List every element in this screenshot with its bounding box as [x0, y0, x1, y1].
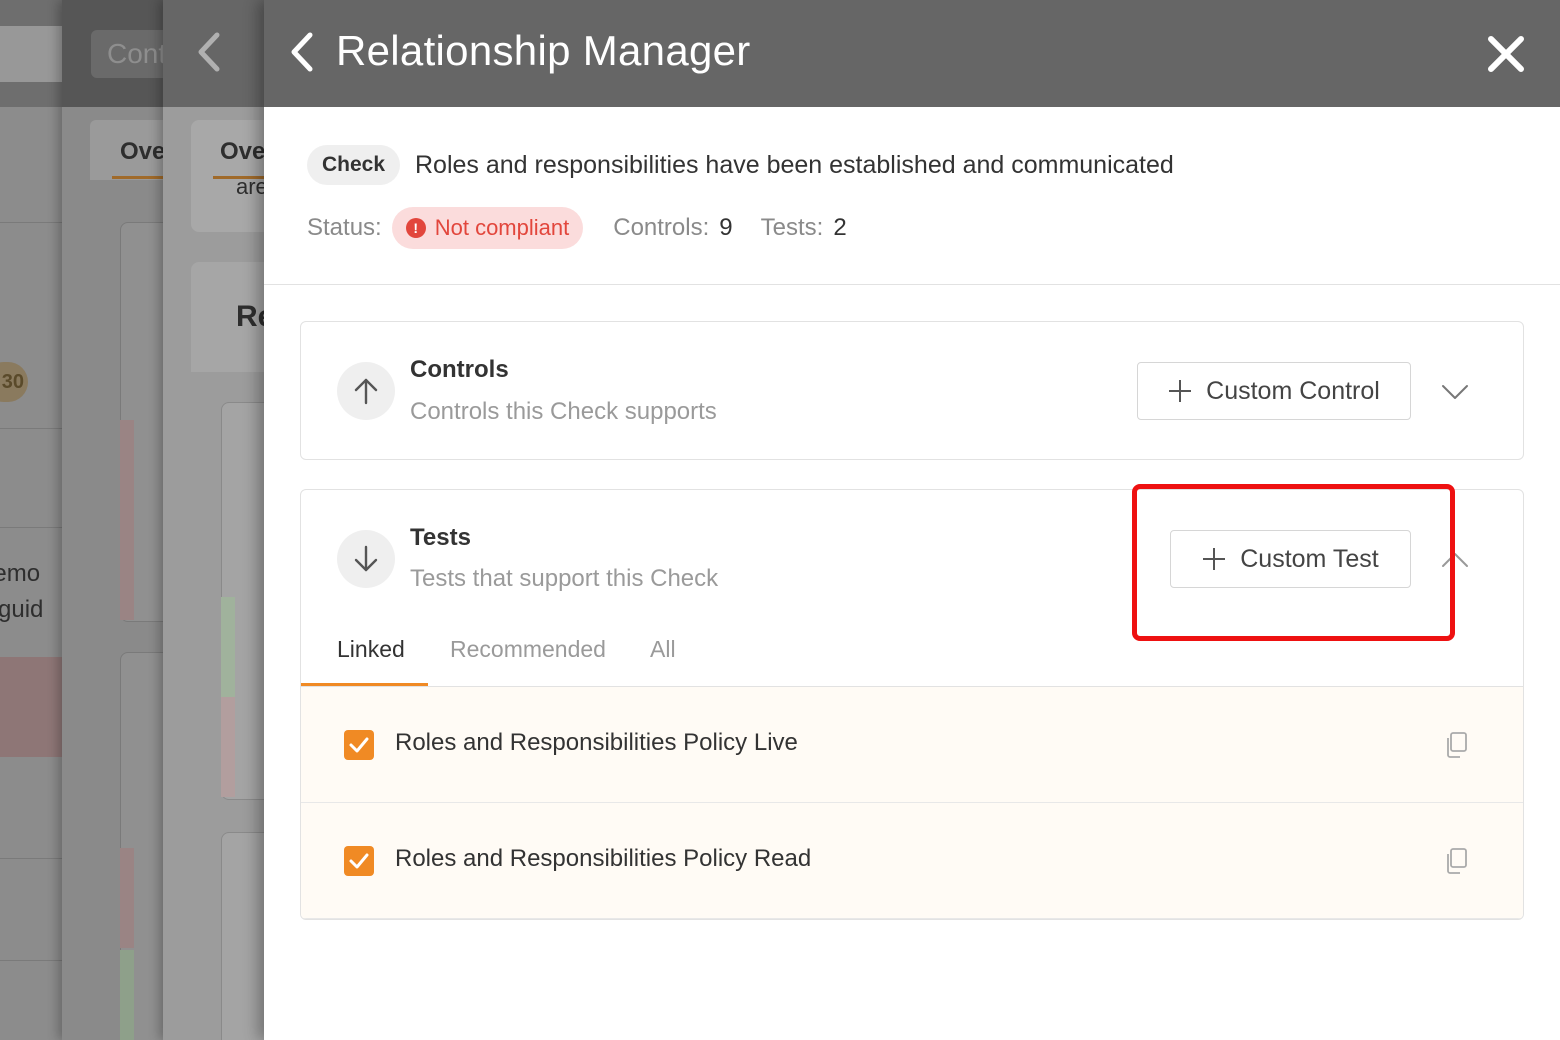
chevron-up-icon[interactable]	[1441, 551, 1469, 569]
background-status-stripe	[120, 848, 134, 948]
chevron-down-icon[interactable]	[1441, 383, 1469, 401]
test-label: Roles and Responsibilities Policy Read	[395, 845, 812, 872]
chevron-left-icon	[291, 32, 313, 72]
check-meta: Status: ! Not compliant Controls: 9 Test…	[307, 207, 875, 249]
tests-count: 2	[833, 214, 847, 241]
background-row-highlight	[0, 657, 62, 757]
tab-linked[interactable]: Linked	[337, 636, 405, 688]
panel-title: Relationship Manager	[336, 27, 751, 74]
status-value: Not compliant	[434, 215, 570, 240]
background-drawer-1: Cont Ove	[62, 0, 163, 1040]
controls-subtitle: Controls this Check supports	[410, 398, 717, 425]
tests-title: Tests	[410, 524, 471, 551]
alert-icon: !	[405, 218, 426, 238]
background-drawer-1-search: Cont	[91, 30, 163, 78]
background-status-stripe	[120, 420, 134, 620]
copy-icon[interactable]	[1443, 731, 1469, 759]
background-text: or guid	[0, 596, 44, 623]
copy-icon[interactable]	[1443, 847, 1469, 875]
close-icon	[1488, 36, 1524, 72]
add-custom-control-button[interactable]: Custom Control	[1137, 362, 1411, 420]
background-drawer-2-tab: Ove	[220, 138, 264, 165]
background-drawer-2: Ove are Re	[163, 0, 264, 1040]
background-badge: 30	[0, 362, 28, 402]
chevron-left-icon	[198, 32, 220, 72]
background-drawer-1-tab: Ove	[120, 138, 163, 165]
background-text: n demo	[0, 560, 41, 587]
tab-all[interactable]: All	[650, 636, 676, 688]
background-drawer-1-header: Cont	[62, 0, 163, 107]
add-custom-test-button[interactable]: Custom Test	[1170, 530, 1411, 588]
back-button[interactable]	[284, 26, 320, 78]
status-label: Status:	[307, 214, 382, 241]
arrow-down-icon	[337, 530, 395, 588]
divider	[0, 960, 62, 961]
background-status-stripe	[221, 597, 235, 697]
divider	[0, 428, 62, 429]
tab-recommended[interactable]: Recommended	[450, 636, 606, 688]
plus-icon	[1169, 380, 1192, 402]
tests-section: Tests Tests that support this Check Cust…	[300, 489, 1524, 920]
test-checkbox[interactable]	[344, 730, 374, 760]
controls-count-label: Controls:	[613, 214, 710, 241]
divider	[0, 222, 62, 223]
background-drawer-2-heading: Re	[236, 300, 264, 333]
tests-count-label: Tests:	[760, 214, 824, 241]
tests-tabs: Linked Recommended All	[301, 632, 1523, 687]
status-badge: ! Not compliant	[391, 207, 584, 249]
test-label: Roles and Responsibilities Policy Live	[395, 729, 798, 756]
background-drawer-2-list	[221, 832, 264, 1040]
controls-title: Controls	[410, 356, 509, 383]
plus-icon	[1203, 548, 1226, 570]
background-status-stripe	[120, 950, 134, 1040]
relationship-manager-panel: Relationship Manager Check Roles and res…	[264, 0, 1560, 1040]
close-button[interactable]	[1486, 34, 1526, 74]
divider	[0, 527, 62, 528]
list-item: Roles and Responsibilities Policy Read	[301, 803, 1523, 919]
add-custom-test-label: Custom Test	[1240, 544, 1379, 573]
controls-section: Controls Controls this Check supports Cu…	[300, 321, 1524, 460]
controls-count: 9	[719, 214, 733, 241]
background-page: 30 n demo or guid	[0, 0, 62, 1040]
background-toolbar	[0, 26, 62, 82]
active-tab-underline	[301, 683, 428, 686]
check-chip: Check	[307, 145, 401, 185]
background-drawer-2-header	[163, 0, 264, 107]
list-item: Roles and Responsibilities Policy Live	[301, 687, 1523, 803]
check-summary: Check Roles and responsibilities have be…	[264, 107, 1560, 285]
divider	[0, 858, 62, 859]
panel-header: Relationship Manager	[264, 0, 1560, 107]
checkmark-icon	[349, 853, 369, 869]
background-drawer-2-text: are	[236, 174, 264, 199]
check-title: Roles and responsibilities have been est…	[415, 151, 1174, 179]
checkmark-icon	[349, 737, 369, 753]
test-checkbox[interactable]	[344, 846, 374, 876]
add-custom-control-label: Custom Control	[1206, 376, 1380, 405]
background-status-stripe	[221, 697, 235, 797]
arrow-up-icon	[337, 362, 395, 420]
background-drawer-1-tab-underline	[112, 176, 163, 179]
tests-subtitle: Tests that support this Check	[410, 565, 719, 592]
